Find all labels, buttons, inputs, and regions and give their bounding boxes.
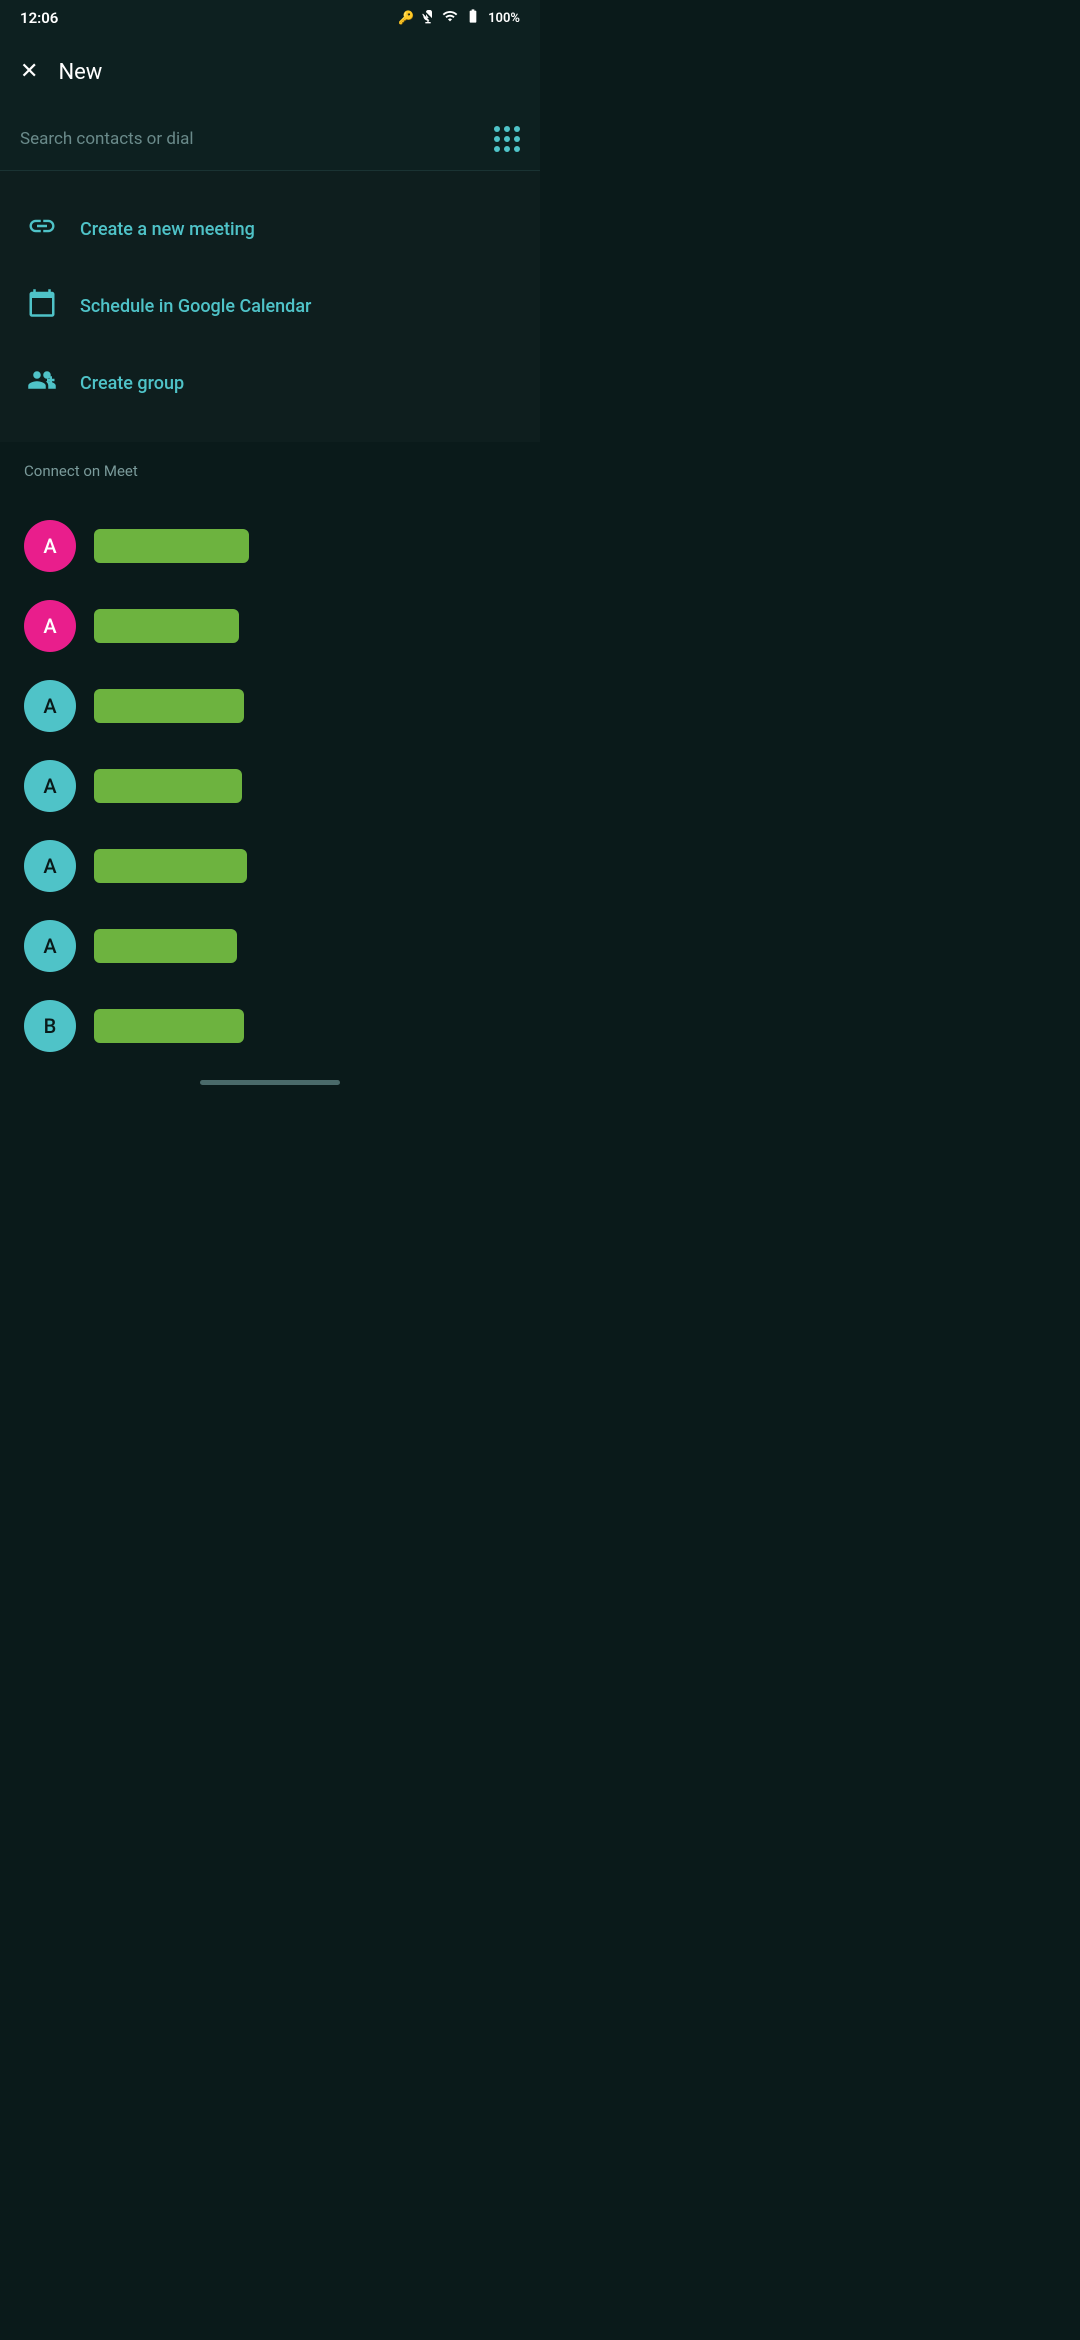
dialpad-dot bbox=[514, 126, 520, 132]
dialpad-dot bbox=[494, 136, 500, 142]
contact-item[interactable]: A bbox=[0, 666, 540, 746]
search-bar[interactable]: Search contacts or dial bbox=[0, 108, 540, 171]
contact-name bbox=[94, 929, 237, 963]
contact-name bbox=[94, 1009, 244, 1043]
page-title: New bbox=[58, 60, 102, 85]
contact-item[interactable]: B bbox=[0, 986, 540, 1066]
group-add-icon bbox=[24, 365, 60, 402]
home-indicator bbox=[0, 1066, 540, 1093]
header: ✕ New bbox=[0, 36, 540, 108]
dialpad-dot bbox=[494, 146, 500, 152]
contact-list: AAAAAAB bbox=[0, 506, 540, 1066]
contact-item[interactable]: A bbox=[0, 826, 540, 906]
schedule-calendar-label: Schedule in Google Calendar bbox=[80, 296, 311, 317]
key-icon: 🔑 bbox=[398, 11, 414, 26]
create-group-label: Create group bbox=[80, 373, 184, 394]
contact-name bbox=[94, 849, 247, 883]
battery-icon bbox=[464, 8, 482, 28]
avatar: B bbox=[24, 1000, 76, 1052]
avatar: A bbox=[24, 760, 76, 812]
avatar: A bbox=[24, 600, 76, 652]
link-icon bbox=[24, 211, 60, 248]
status-icons: 🔑 100% bbox=[398, 8, 520, 28]
search-placeholder: Search contacts or dial bbox=[20, 129, 193, 149]
calendar-icon bbox=[24, 288, 60, 325]
avatar: A bbox=[24, 520, 76, 572]
avatar: A bbox=[24, 920, 76, 972]
dialpad-dot bbox=[504, 126, 510, 132]
contact-name bbox=[94, 689, 244, 723]
close-button[interactable]: ✕ bbox=[20, 61, 38, 83]
status-time: 12:06 bbox=[20, 9, 58, 27]
dialpad-dot bbox=[504, 146, 510, 152]
dialpad-dot bbox=[514, 146, 520, 152]
create-meeting-label: Create a new meeting bbox=[80, 219, 255, 240]
avatar: A bbox=[24, 680, 76, 732]
schedule-calendar-item[interactable]: Schedule in Google Calendar bbox=[0, 268, 540, 345]
status-bar: 12:06 🔑 100% bbox=[0, 0, 540, 36]
avatar: A bbox=[24, 840, 76, 892]
create-meeting-item[interactable]: Create a new meeting bbox=[0, 191, 540, 268]
dialpad-dot bbox=[494, 126, 500, 132]
dialpad-dot bbox=[514, 136, 520, 142]
contact-name bbox=[94, 769, 242, 803]
contact-name bbox=[94, 529, 249, 563]
contact-name bbox=[94, 609, 239, 643]
actions-section: Create a new meeting Schedule in Google … bbox=[0, 171, 540, 442]
connect-label: Connect on Meet bbox=[24, 462, 516, 480]
dialpad-button[interactable] bbox=[494, 126, 520, 152]
contact-item[interactable]: A bbox=[0, 506, 540, 586]
home-bar bbox=[200, 1080, 340, 1085]
contact-item[interactable]: A bbox=[0, 586, 540, 666]
contact-item[interactable]: A bbox=[0, 906, 540, 986]
battery-percent: 100% bbox=[488, 11, 520, 26]
dialpad-dot bbox=[504, 136, 510, 142]
mute-icon bbox=[420, 8, 436, 28]
wifi-icon bbox=[442, 8, 458, 28]
create-group-item[interactable]: Create group bbox=[0, 345, 540, 422]
connect-section: Connect on Meet bbox=[0, 442, 540, 506]
contact-item[interactable]: A bbox=[0, 746, 540, 826]
